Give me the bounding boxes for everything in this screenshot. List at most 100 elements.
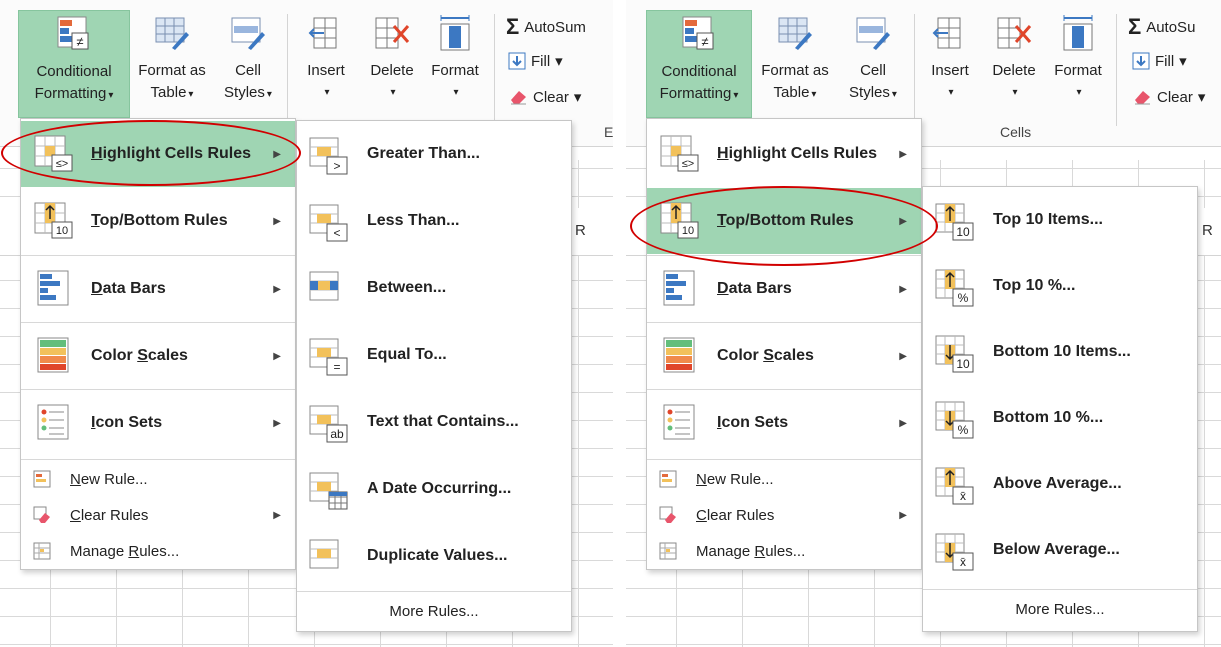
delete-label: Delete: [992, 62, 1036, 79]
cell-styles-button[interactable]: Cell Styles ▾: [218, 10, 278, 118]
highlight-cells-rules-label: Highlight Cells Rules: [91, 145, 252, 162]
submenu-item-a-date-occurring[interactable]: A Date Occurring...: [297, 458, 571, 524]
insert-button[interactable]: Insert ▾: [296, 10, 356, 118]
svg-text:>: >: [333, 159, 340, 173]
below-average-label: Below Average...: [993, 541, 1120, 558]
menu-item-icon-sets[interactable]: Icon Sets ▶: [21, 390, 295, 456]
submenu-item-top-10-items[interactable]: 10 Top 10 Items...: [923, 189, 1197, 255]
data-bars-icon: [663, 270, 695, 306]
delete-label: Delete: [370, 62, 414, 79]
menu-separator: [21, 459, 295, 460]
cs-label-line2: Styles: [849, 84, 890, 101]
new-rule-icon: [33, 470, 51, 488]
fat-label-line2: Table: [773, 84, 810, 101]
fill-button[interactable]: Fill ▾: [508, 52, 563, 70]
data-bars-label: Data Bars: [717, 280, 792, 297]
top-bottom-rules-label: Top/Bottom Rules: [717, 212, 854, 229]
clear-button[interactable]: Clear ▾: [508, 88, 581, 106]
fill-dropdown-caret: ▾: [1179, 53, 1187, 70]
format-button[interactable]: Format ▾: [1046, 10, 1110, 118]
cell-styles-button[interactable]: Cell Styles ▾: [840, 10, 906, 118]
format-as-table-button[interactable]: Format as Table ▾: [130, 10, 214, 118]
more-rules-link[interactable]: More Rules...: [923, 590, 1197, 630]
submenu-item-between[interactable]: Between...: [297, 257, 571, 323]
submenu-item-below-average[interactable]: x̄ Below Average...: [923, 519, 1197, 585]
submenu-item-bottom-10[interactable]: % Bottom 10 %...: [923, 387, 1197, 453]
format-as-table-icon: [778, 17, 812, 50]
submenu-item-greater-than[interactable]: > Greater Than...: [297, 123, 571, 189]
ribbon-separator: [287, 14, 288, 126]
highlight-cells-rules-label: Highlight Cells Rules: [717, 145, 878, 162]
icon-sets-label: Icon Sets: [91, 414, 163, 431]
conditional-formatting-icon: ≠: [682, 16, 714, 50]
submenu-item-top-10[interactable]: % Top 10 %...: [923, 255, 1197, 321]
cs-dropdown-caret: ▾: [891, 89, 897, 100]
submenu-item-above-average[interactable]: x̄ Above Average...: [923, 453, 1197, 519]
left-screenshot-panel: R ≠ Conditional Formatting ▾ Format as Ta…: [0, 0, 613, 647]
column-letter-r: R: [1202, 222, 1213, 239]
a-date-occurring-label: A Date Occurring...: [367, 480, 512, 497]
delete-cells-icon: [997, 17, 1032, 49]
menu-item-icon-sets[interactable]: Icon Sets ▶: [647, 390, 921, 456]
above-average-icon: x̄: [935, 467, 974, 505]
menu-item-highlight-cells-rules[interactable]: ≤> Highlight Cells Rules ▶: [21, 121, 295, 187]
menu-item-data-bars[interactable]: Data Bars ▶: [647, 256, 921, 322]
insert-dropdown-caret: ▾: [948, 87, 954, 98]
menu-item-manage-rules[interactable]: Manage Rules...: [21, 533, 295, 569]
submenu-arrow-icon: ▶: [273, 148, 281, 160]
clear-button[interactable]: Clear ▾: [1132, 88, 1205, 106]
menu-item-clear-rules[interactable]: Clear Rules ▶: [21, 497, 295, 533]
submenu-item-bottom-10-items[interactable]: 10 Bottom 10 Items...: [923, 321, 1197, 387]
icon-sets-label: Icon Sets: [717, 414, 789, 431]
menu-item-clear-rules[interactable]: Clear Rules ▶: [647, 497, 921, 533]
format-button[interactable]: Format ▾: [424, 10, 486, 118]
svg-text:=: =: [333, 360, 340, 374]
fat-label-line1: Format as: [761, 62, 829, 79]
fill-button[interactable]: Fill ▾: [1132, 52, 1187, 70]
fill-label: Fill: [1155, 52, 1175, 70]
svg-text:≠: ≠: [76, 34, 83, 49]
submenu-item-less-than[interactable]: < Less Than...: [297, 190, 571, 256]
highlight-cells-rules-icon: ≤>: [660, 135, 699, 172]
format-as-table-button[interactable]: Format as Table ▾: [754, 10, 836, 118]
submenu-arrow-icon: ▶: [273, 417, 281, 429]
cf-dropdown-caret: ▾: [733, 90, 739, 101]
menu-item-color-scales[interactable]: Color Scales ▶: [21, 323, 295, 389]
menu-item-top-bottom-rules[interactable]: 10 Top/Bottom Rules ▶: [21, 188, 295, 254]
cf-label-line2: Formatting: [659, 85, 732, 102]
autosum-button[interactable]: Σ AutoSu: [1128, 14, 1195, 39]
insert-cells-icon: [308, 17, 337, 49]
submenu-item-duplicate-values[interactable]: Duplicate Values...: [297, 525, 571, 591]
manage-rules-icon: [659, 542, 677, 560]
icon-sets-icon: [663, 404, 695, 440]
top-bottom-rules-icon: 10: [660, 202, 699, 239]
autosum-button[interactable]: Σ AutoSum: [506, 16, 586, 38]
delete-button[interactable]: Delete ▾: [984, 10, 1044, 118]
submenu-arrow-icon: ▶: [899, 215, 907, 227]
bottom-10-icon: %: [935, 401, 974, 439]
conditional-formatting-button[interactable]: ≠ Conditional Formatting ▾: [646, 10, 752, 118]
submenu-item-text-that-contains[interactable]: ab Text that Contains...: [297, 391, 571, 457]
cs-label-line1: Cell: [235, 62, 261, 79]
delete-button[interactable]: Delete ▾: [362, 10, 422, 118]
insert-button[interactable]: Insert ▾: [920, 10, 980, 118]
more-rules-link[interactable]: More Rules...: [297, 592, 571, 632]
menu-item-new-rule[interactable]: New Rule...: [647, 461, 921, 497]
conditional-formatting-button[interactable]: ≠ Conditional Formatting ▾: [18, 10, 130, 118]
insert-label: Insert: [307, 62, 345, 79]
fill-label: Fill: [531, 52, 551, 70]
insert-cells-icon: [932, 17, 961, 49]
menu-item-highlight-cells-rules[interactable]: ≤> Highlight Cells Rules ▶: [647, 121, 921, 187]
menu-item-data-bars[interactable]: Data Bars ▶: [21, 256, 295, 322]
menu-item-new-rule[interactable]: New Rule...: [21, 461, 295, 497]
submenu-item-equal-to[interactable]: = Equal To...: [297, 324, 571, 390]
cf-dropdown-caret: ▾: [108, 90, 114, 101]
menu-item-color-scales[interactable]: Color Scales ▶: [647, 323, 921, 389]
format-as-table-icon: [155, 17, 189, 50]
menu-item-top-bottom-rules[interactable]: 10 Top/Bottom Rules ▶: [647, 188, 921, 254]
menu-item-manage-rules[interactable]: Manage Rules...: [647, 533, 921, 569]
format-dropdown-caret: ▾: [1076, 87, 1082, 98]
clear-rules-label: Clear Rules: [696, 506, 775, 524]
sigma-icon: Σ: [1128, 14, 1142, 39]
text-that-contains-label: Text that Contains...: [367, 413, 519, 430]
